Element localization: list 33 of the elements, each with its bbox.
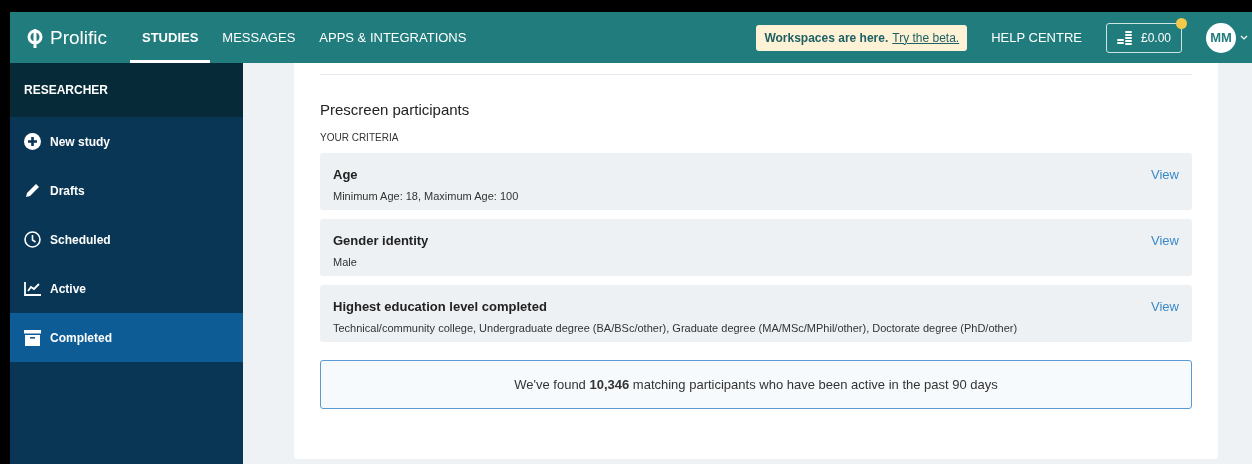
criterion-name: Gender identity [333, 233, 429, 248]
logo[interactable]: Prolific [24, 26, 130, 49]
user-avatar[interactable]: MM [1206, 22, 1236, 53]
archive-icon [24, 329, 41, 346]
criterion-name: Age [333, 167, 358, 182]
plus-circle-icon [24, 133, 41, 150]
coins-icon [1116, 30, 1133, 45]
banner-text: Workspaces are here. [764, 30, 889, 45]
sidebar-item[interactable]: Drafts [10, 166, 243, 215]
criteria-label: YOUR CRITERIA [320, 132, 400, 143]
sidebar-item[interactable]: Scheduled [10, 215, 243, 264]
line-chart-icon [24, 281, 41, 296]
criterion-name: Highest education level completed [333, 299, 547, 314]
section-title: Prescreen participants [320, 74, 1192, 118]
sidebar-item[interactable]: Active [10, 264, 243, 313]
view-link[interactable]: View [1151, 167, 1179, 182]
beta-link[interactable]: Try the beta. [892, 30, 960, 45]
nav-tab[interactable]: MESSAGES [210, 12, 308, 63]
sidebar-item[interactable]: New study [10, 117, 243, 166]
pencil-icon [24, 182, 41, 199]
view-link[interactable]: View [1151, 299, 1179, 314]
criterion-value: Minimum Age: 18, Maximum Age: 100 [333, 190, 520, 202]
chevron-icon[interactable] [1240, 34, 1248, 41]
criterion-value: Technical/community college, Undergraduate degree (BA/BSc/other), Graduate degree (MA/MSc/MPhil/other), Doctorate degree (PhD/other) [333, 322, 1019, 334]
clock-icon [24, 231, 41, 248]
help-link[interactable]: HELP CENTRE [991, 30, 1082, 45]
nav-tab[interactable]: APPS & INTEGRATIONS [307, 12, 479, 63]
match-count-message: We've found 10,346 matching participants who have been active in the past 90 days [320, 360, 1192, 409]
balance-button[interactable]: £0.00 [1105, 22, 1182, 53]
view-link[interactable]: View [1151, 233, 1179, 248]
sidebar-item[interactable]: Completed [10, 313, 243, 362]
criterion-value: Male [333, 256, 358, 268]
sidebar-title: RESEARCHER [10, 63, 243, 117]
